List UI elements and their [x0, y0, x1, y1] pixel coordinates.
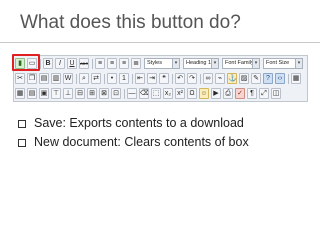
delete-row-icon[interactable]: ⊟ — [75, 88, 85, 99]
list-item: New document: Clears contents of box — [18, 133, 249, 152]
bullet-list-icon[interactable]: • — [107, 73, 117, 84]
chevron-down-icon: ▾ — [211, 59, 218, 68]
toolbar-separator — [132, 74, 133, 84]
toolbar-row-3: ▦ ▤ ▣ ⊤ ⊥ ⊟ ⊞ ⊠ ⊡ — ⌫ ⬚ x₂ x² Ω ☺ ▶ ⎙ ✓ … — [15, 87, 308, 101]
styles-select[interactable]: Styles ▾ — [144, 58, 180, 69]
toolbar-separator — [200, 74, 201, 84]
show-blocks-icon[interactable]: ¶ — [247, 88, 257, 99]
slide-title: What does this button do? — [20, 12, 241, 33]
bullet-list: Save: Exports contents to a download New… — [18, 114, 249, 152]
visual-aid-icon[interactable]: ⬚ — [151, 88, 161, 99]
align-center-icon[interactable]: ≡ — [107, 58, 117, 69]
paste-icon[interactable]: ▤ — [39, 73, 49, 84]
toolbar-separator — [172, 74, 173, 84]
font-family-select[interactable]: Font Family ▾ — [222, 58, 260, 69]
chevron-down-icon: ▾ — [252, 59, 259, 68]
spellcheck-icon[interactable]: ✓ — [235, 88, 245, 99]
bullet-text: Save: Exports contents to a download — [34, 116, 244, 130]
delete-column-icon[interactable]: ⊠ — [99, 88, 109, 99]
rich-text-toolbar: ▮ ▭ B I U ABC ≡ ≡ ≡ ≣ Styles ▾ Heading 1… — [13, 55, 308, 102]
html-source-icon[interactable]: ‹› — [275, 73, 285, 84]
toolbar-separator — [76, 74, 77, 84]
toolbar-separator — [40, 59, 41, 69]
indent-icon[interactable]: ⇥ — [147, 73, 157, 84]
redo-icon[interactable]: ↷ — [187, 73, 197, 84]
horizontal-rule-icon[interactable]: — — [127, 88, 137, 99]
toolbar-separator — [104, 74, 105, 84]
print-icon[interactable]: ⎙ — [223, 88, 233, 99]
merge-cells-icon[interactable]: ⊡ — [111, 88, 121, 99]
replace-icon[interactable]: ⇄ — [91, 73, 101, 84]
square-bullet-icon — [18, 120, 26, 128]
unlink-icon[interactable]: ⌁ — [215, 73, 225, 84]
strikethrough-button[interactable]: ABC — [79, 58, 89, 69]
toolbar-row-2: ✂ ❐ ▤ ▥ W ⌕ ⇄ • 1 ⇤ ⇥ ❝ ↶ ↷ ∞ ⌁ ⚓ ▨ ✎ ? … — [15, 72, 308, 86]
chevron-down-icon: ▾ — [172, 59, 179, 68]
fullscreen-icon[interactable]: ⤢ — [259, 88, 269, 99]
undo-icon[interactable]: ↶ — [175, 73, 185, 84]
outdent-icon[interactable]: ⇤ — [135, 73, 145, 84]
row-properties-icon[interactable]: ▤ — [27, 88, 37, 99]
bold-button[interactable]: B — [43, 58, 53, 69]
font-size-select-value: Font Size — [266, 60, 290, 66]
insert-row-after-icon[interactable]: ⊥ — [63, 88, 73, 99]
cleanup-icon[interactable]: ✎ — [251, 73, 261, 84]
square-bullet-icon — [18, 139, 26, 147]
help-icon[interactable]: ? — [263, 73, 273, 84]
numbered-list-icon[interactable]: 1 — [119, 73, 129, 84]
underline-button[interactable]: U — [67, 58, 77, 69]
format-select-value: Heading 1 — [186, 60, 212, 66]
font-size-select[interactable]: Font Size ▾ — [263, 58, 303, 69]
font-family-select-value: Font Family — [225, 60, 254, 66]
toolbar-separator — [124, 89, 125, 99]
bullet-text: New document: Clears contents of box — [34, 135, 249, 149]
emoticon-icon[interactable]: ☺ — [199, 88, 209, 99]
align-justify-icon[interactable]: ≣ — [131, 58, 141, 69]
list-item: Save: Exports contents to a download — [18, 114, 249, 133]
superscript-icon[interactable]: x² — [175, 88, 185, 99]
special-character-icon[interactable]: Ω — [187, 88, 197, 99]
anchor-icon[interactable]: ⚓ — [227, 73, 237, 84]
preview-icon[interactable]: ◫ — [271, 88, 281, 99]
copy-icon[interactable]: ❐ — [27, 73, 37, 84]
paste-word-icon[interactable]: W — [63, 73, 73, 84]
media-icon[interactable]: ▶ — [211, 88, 221, 99]
cut-icon[interactable]: ✂ — [15, 73, 25, 84]
remove-format-icon[interactable]: ⌫ — [139, 88, 149, 99]
blockquote-icon[interactable]: ❝ — [159, 73, 169, 84]
subscript-icon[interactable]: x₂ — [163, 88, 173, 99]
format-select[interactable]: Heading 1 ▾ — [183, 58, 219, 69]
align-right-icon[interactable]: ≡ — [119, 58, 129, 69]
toolbar-separator — [288, 74, 289, 84]
insert-table-icon[interactable]: ▦ — [15, 88, 25, 99]
italic-button[interactable]: I — [55, 58, 65, 69]
styles-select-value: Styles — [147, 60, 162, 66]
image-icon[interactable]: ▨ — [239, 73, 249, 84]
cell-properties-icon[interactable]: ▣ — [39, 88, 49, 99]
title-divider — [0, 42, 320, 43]
find-icon[interactable]: ⌕ — [79, 73, 89, 84]
insert-row-before-icon[interactable]: ⊤ — [51, 88, 61, 99]
toolbar-row-1: ▮ ▭ B I U ABC ≡ ≡ ≡ ≣ Styles ▾ Heading 1… — [15, 57, 308, 71]
paste-text-icon[interactable]: ▥ — [51, 73, 61, 84]
link-icon[interactable]: ∞ — [203, 73, 213, 84]
chevron-down-icon: ▾ — [295, 59, 302, 68]
save-button-highlight — [12, 54, 40, 71]
insert-date-icon[interactable]: ▦ — [291, 73, 301, 84]
insert-column-icon[interactable]: ⊞ — [87, 88, 97, 99]
toolbar-separator — [92, 59, 93, 69]
align-left-icon[interactable]: ≡ — [95, 58, 105, 69]
